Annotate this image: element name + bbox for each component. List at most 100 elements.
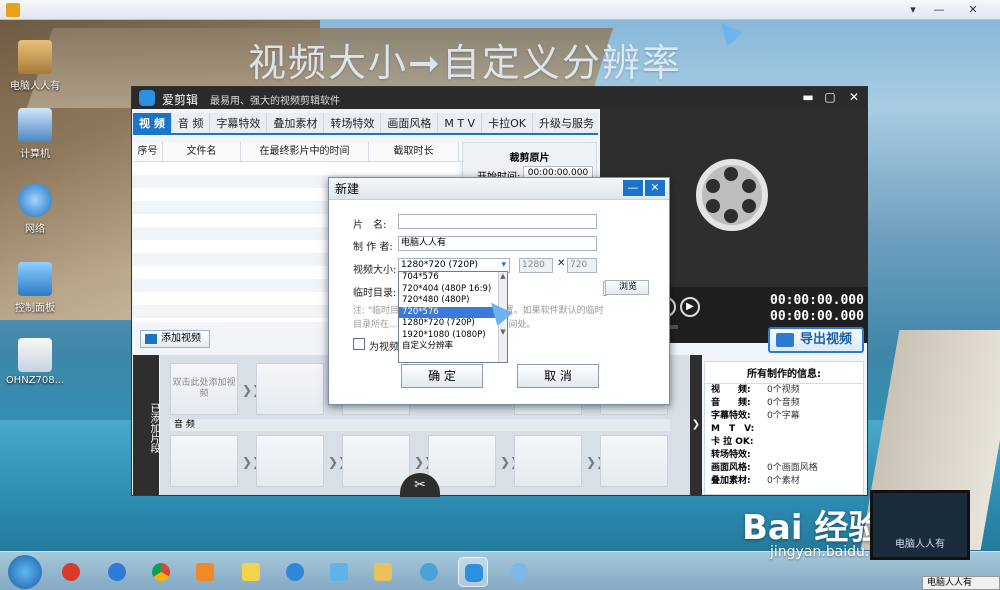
close-icon[interactable]: ✕ [964, 2, 982, 18]
info-title: 所有制作的信息: [705, 362, 863, 384]
tab-transitions[interactable]: 转场特效 [324, 113, 382, 133]
add-video-icon [145, 334, 157, 344]
network-globe-icon [18, 183, 52, 217]
desktop-icon-user[interactable]: 电脑人人有 [0, 40, 70, 92]
minimize-icon[interactable]: — [930, 2, 948, 18]
tab-audio[interactable]: 音 频 [172, 113, 211, 133]
outer-window-titlebar: ▾ — ✕ [0, 0, 1000, 20]
info-row: 字幕特效: 0个字幕 [711, 411, 800, 421]
info-row: M T V: [711, 424, 755, 434]
taskbar-ie-icon[interactable] [102, 557, 132, 587]
computer-icon [18, 108, 52, 142]
info-row: 视 频: 0个视频 [711, 385, 800, 395]
audio-file-icon [18, 338, 52, 372]
author-input[interactable]: 电脑人人有 [398, 236, 597, 251]
audio-track-label: 音 频 [170, 419, 670, 431]
add-video-button[interactable]: 添加视频 [140, 330, 210, 348]
audio-slot[interactable] [342, 435, 410, 487]
name-input[interactable] [398, 214, 597, 229]
size-option[interactable]: 720*404 (480P 16:9) [399, 284, 507, 296]
app-logo-icon [139, 90, 155, 106]
taskbar-paint-icon[interactable] [504, 557, 534, 587]
video-size-label: 视频大小: [353, 265, 397, 276]
taskbar-recycle-icon[interactable] [414, 557, 444, 587]
film-reel-icon [696, 159, 768, 231]
expand-panel-icon[interactable]: ❯ [690, 355, 702, 495]
taskbar-app-jiang-icon[interactable] [56, 557, 86, 587]
audio-slot[interactable] [428, 435, 496, 487]
outer-app-icon [6, 3, 20, 17]
size-option[interactable]: 704*576 [399, 272, 507, 284]
audio-slot[interactable] [256, 435, 324, 487]
dropdown-arrow-icon[interactable]: ▾ [904, 2, 922, 18]
tab-style[interactable]: 画面风格 [381, 113, 439, 133]
size-option[interactable]: 1920*1080 (1080P) [399, 330, 507, 342]
desktop-icon-computer[interactable]: 计算机 [0, 108, 70, 160]
audio-slot[interactable] [170, 435, 238, 487]
taskbar-control-icon[interactable] [324, 557, 354, 587]
dialog-title: 新建 — ✕ [329, 178, 669, 200]
tab-subtitles[interactable]: 字幕特效 [210, 113, 268, 133]
width-input[interactable]: 1280 [519, 258, 553, 273]
author-label: 制 作 者: [353, 242, 393, 253]
desktop-icon-network[interactable]: 网络 [0, 183, 70, 235]
desktop-icon-file[interactable]: OHNZ708... [0, 338, 70, 386]
trim-title: 裁剪原片 [509, 153, 550, 164]
times-icon: ✕ [557, 258, 566, 269]
taskbar-aijianji-icon[interactable] [458, 557, 488, 587]
col-final-time[interactable]: 在最终影片中的时间 [241, 142, 369, 161]
taskbar-media-icon[interactable] [190, 557, 220, 587]
main-tabs: 视 频 音 频 字幕特效 叠加素材 转场特效 画面风格 M T V 卡拉OK 升… [133, 113, 601, 135]
info-row: 叠加素材: 0个素材 [711, 476, 800, 486]
info-row: 卡 拉 OK: [711, 437, 754, 447]
size-option-custom[interactable]: 自定义分辨率 [399, 341, 507, 353]
info-row: 音 频: 0个音频 [711, 398, 800, 408]
col-duration[interactable]: 截取时长 [369, 142, 459, 161]
app-name: 爱剪辑 [162, 93, 199, 107]
height-input[interactable]: 720 [567, 258, 597, 273]
col-filename[interactable]: 文件名 [163, 142, 241, 161]
timecode-current: 00:00:00.000 [770, 293, 864, 308]
audio-slot[interactable] [514, 435, 582, 487]
baidu-watermark-logo: Bai 经验 [742, 508, 883, 548]
tab-overlay[interactable]: 叠加素材 [267, 113, 325, 133]
app-titlebar: 爱剪辑 最易用、强大的视频剪辑软件 ▬ ▢ ✕ [132, 87, 867, 109]
dialog-minimize-icon[interactable]: — [623, 180, 643, 196]
app-maximize-icon[interactable]: ▢ [822, 90, 838, 104]
export-video-button[interactable]: 导出视频 [768, 327, 864, 353]
control-panel-icon [18, 262, 52, 296]
desktop-icon-control-panel[interactable]: 控制面板 [0, 262, 70, 314]
taskbar-chrome-icon[interactable] [146, 557, 176, 587]
tab-video[interactable]: 视 频 [133, 113, 172, 133]
clip-slot[interactable] [256, 363, 324, 415]
export-icon [776, 333, 794, 347]
taskbar-browser-icon[interactable] [280, 557, 310, 587]
app-minimize-icon[interactable]: ▬ [800, 90, 816, 104]
timecode-total: 00:00:00.000 [770, 309, 864, 324]
start-orb-icon[interactable] [8, 555, 42, 589]
user-folder-icon [18, 40, 52, 74]
taskbar-notes-icon[interactable] [236, 557, 266, 587]
clip-slot[interactable]: 双击此处添加视频 [170, 363, 238, 415]
tab-mtv[interactable]: M T V [438, 113, 483, 133]
ok-button[interactable]: 确 定 [401, 364, 483, 388]
cancel-button[interactable]: 取 消 [517, 364, 599, 388]
info-row: 画面风格: 0个画面风格 [711, 463, 818, 473]
tab-karaoke[interactable]: 卡拉OK [482, 113, 533, 133]
audio-slot[interactable] [600, 435, 668, 487]
app-close-icon[interactable]: ✕ [846, 90, 862, 104]
clip-side-label: 已添加片段 [133, 355, 159, 495]
option-checkbox[interactable] [353, 338, 365, 350]
browse-button[interactable]: 浏览 [605, 280, 649, 295]
corner-label: 电脑人人有 [922, 576, 1000, 590]
dialog-close-icon[interactable]: ✕ [645, 180, 665, 196]
app-slogan: 最易用、强大的视频剪辑软件 [210, 96, 340, 107]
size-option[interactable]: 1280*720 (720P) [399, 318, 507, 330]
production-info-panel: 所有制作的信息: 视 频: 0个视频 音 频: 0个音频 字幕特效: 0个字幕 M T… [704, 361, 864, 495]
col-index[interactable]: 序号 [133, 142, 163, 161]
name-label: 片 名: [353, 220, 387, 231]
tab-upgrade[interactable]: 升级与服务 [533, 113, 601, 133]
next-frame-icon[interactable]: ▶ [680, 297, 700, 317]
info-row: 转场特效: [711, 450, 751, 460]
taskbar-explorer-icon[interactable] [368, 557, 398, 587]
